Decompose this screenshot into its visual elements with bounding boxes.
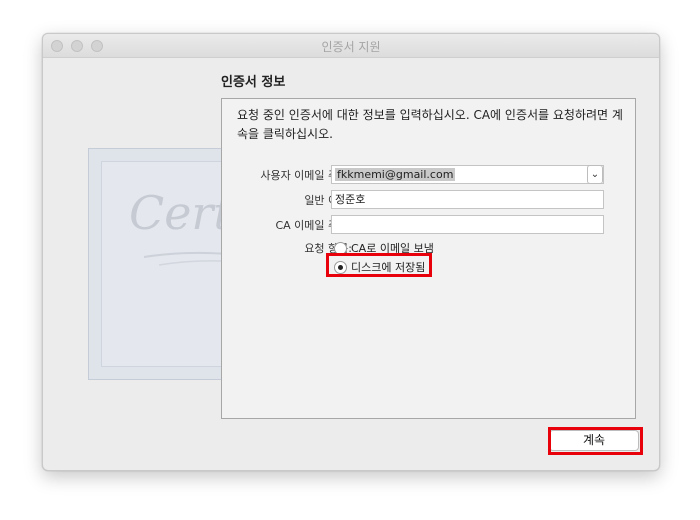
email-combobox[interactable]: fkkmemi@gmail.com ⌄: [331, 165, 604, 184]
window-title: 인증서 지원: [321, 40, 381, 54]
save-disk-highlight: [326, 253, 432, 277]
chevron-down-icon[interactable]: ⌄: [587, 165, 603, 184]
certificate-assistant-window: 인증서 지원 Certificate 인증서 정보 요청 중인 인증서에 대한 …: [42, 33, 660, 471]
ca-email-field[interactable]: [331, 215, 604, 234]
email-value: fkkmemi@gmail.com: [335, 168, 456, 181]
title-bar: 인증서 지원: [43, 34, 659, 58]
info-panel: 요청 중인 인증서에 대한 정보를 입력하십시오. CA에 인증서를 요청하려면…: [221, 98, 636, 419]
instruction-text: 요청 중인 인증서에 대한 정보를 입력하십시오. CA에 인증서를 요청하려면…: [237, 108, 623, 141]
common-name-field[interactable]: 정준호: [331, 190, 604, 209]
section-title: 인증서 정보: [221, 75, 286, 90]
continue-highlight: [548, 427, 643, 455]
